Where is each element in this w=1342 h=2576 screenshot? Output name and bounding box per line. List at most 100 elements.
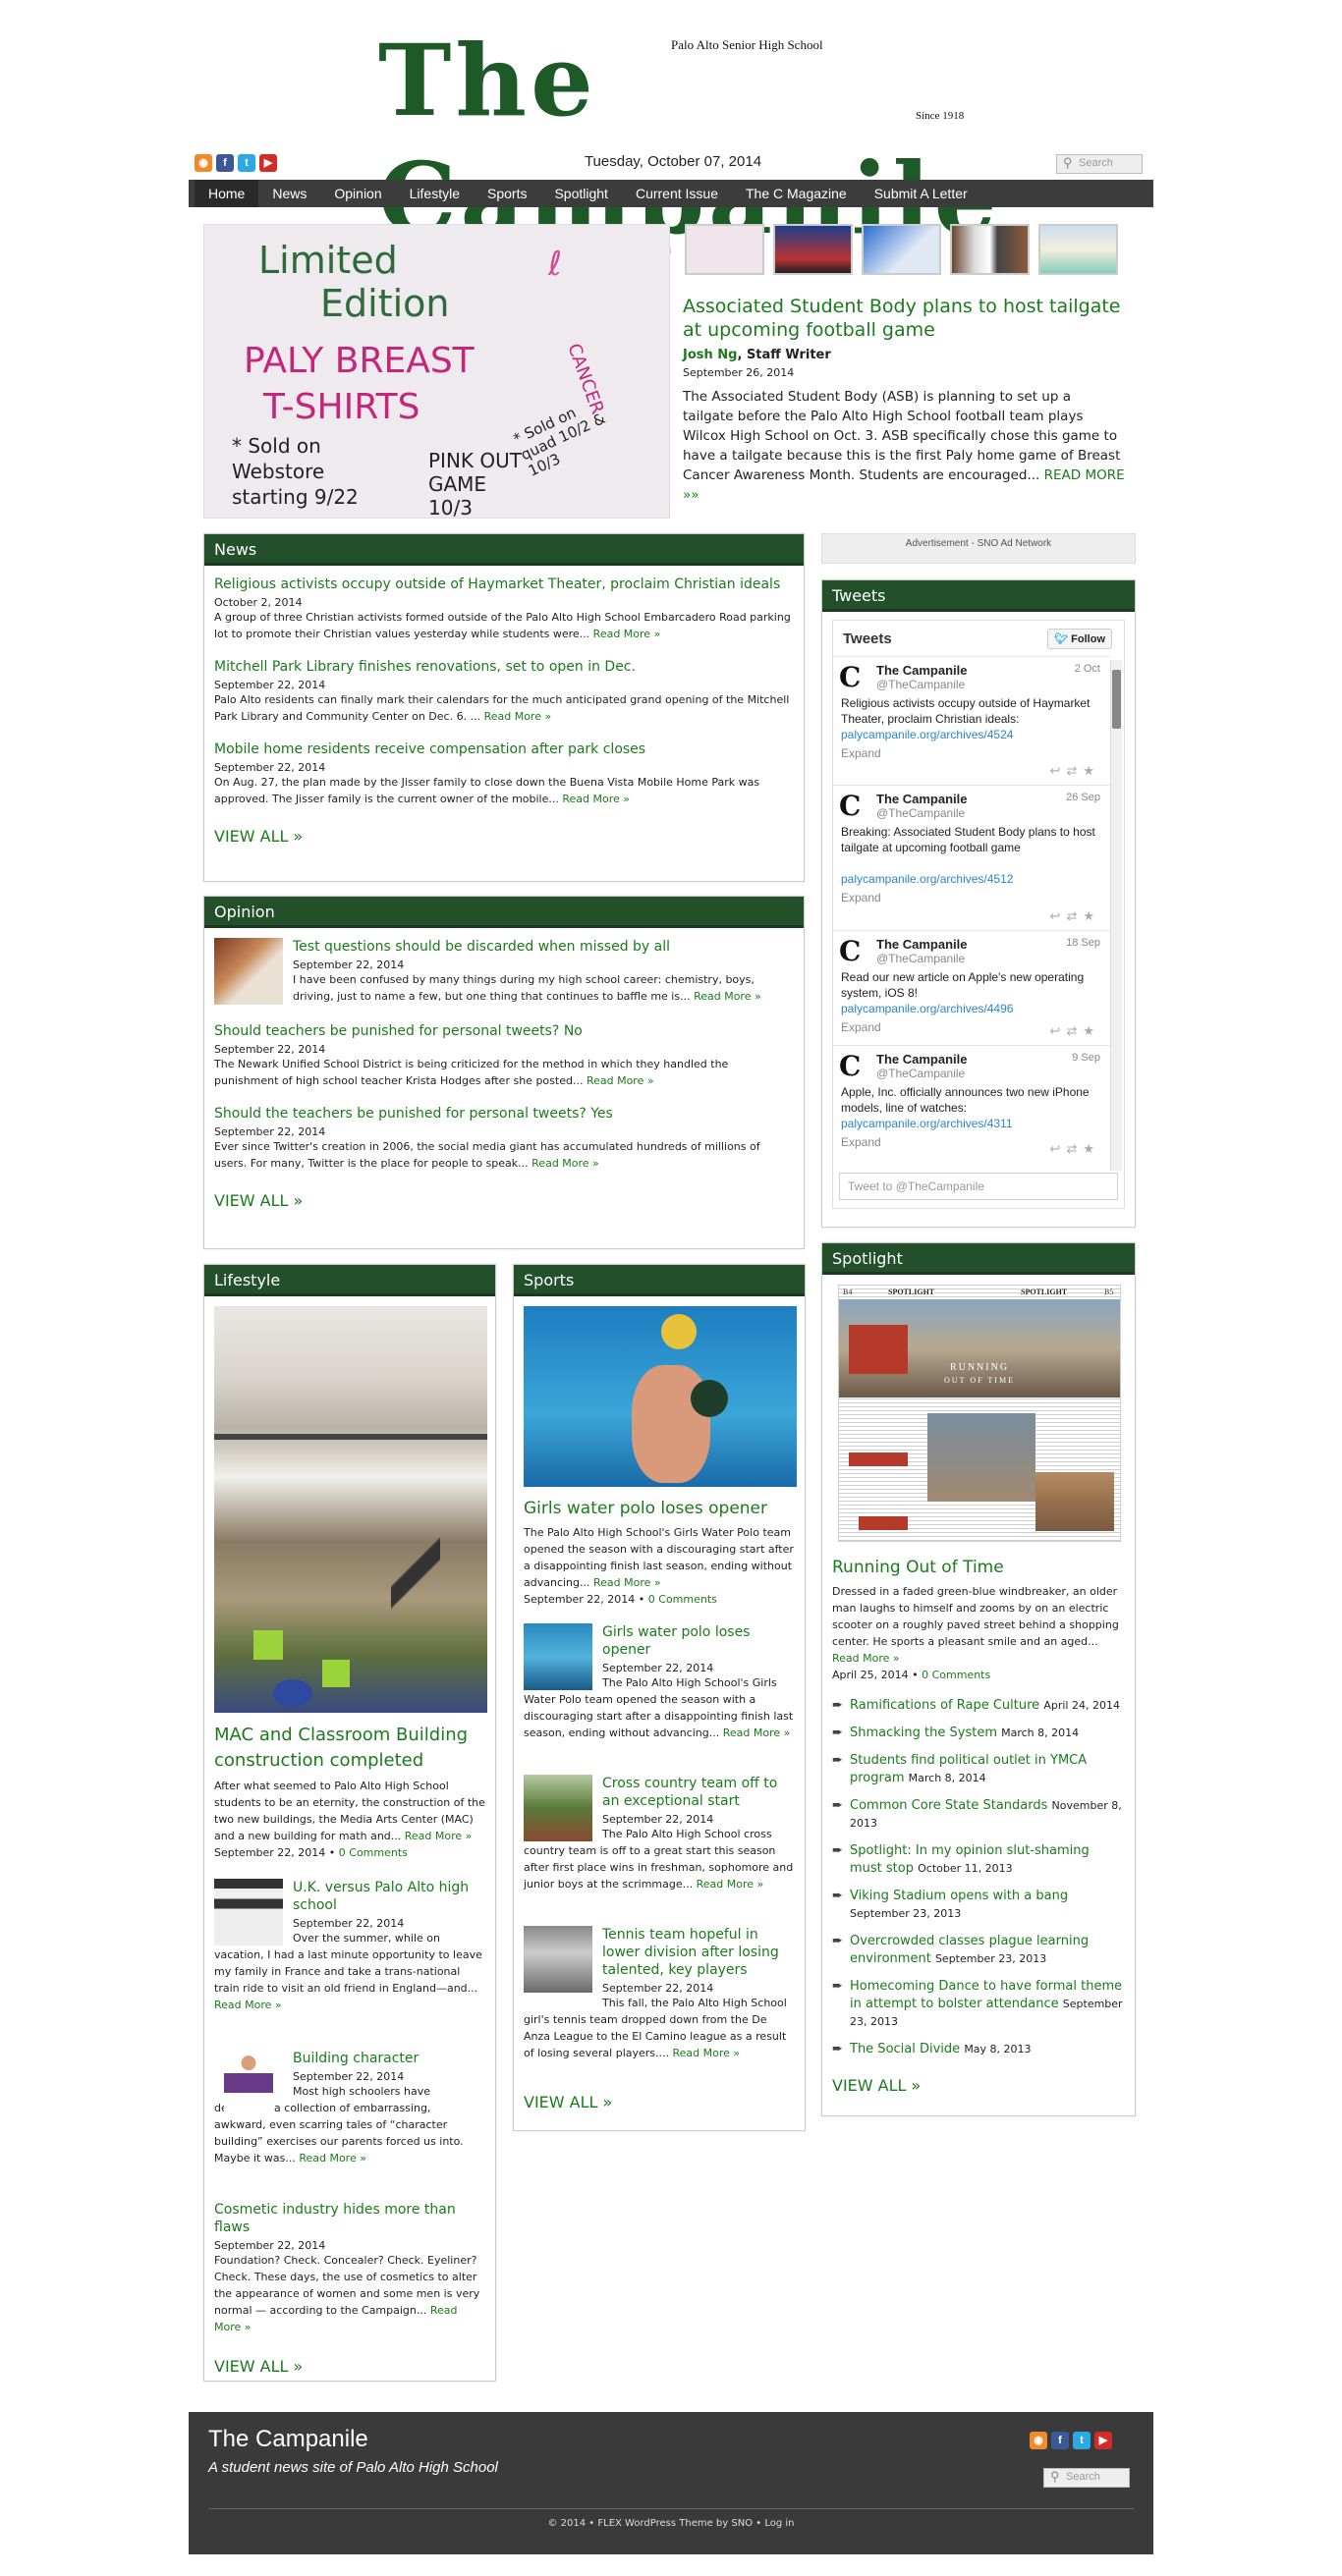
follow-button[interactable]: 🐦︎ Follow (1047, 629, 1112, 649)
tweet-actions-icon[interactable]: ↩⇄★ (1050, 908, 1100, 924)
tweet-date[interactable]: 9 Sep (1072, 1052, 1100, 1064)
footer-copyright[interactable]: © 2014 • FLEX WordPress Theme by SNO • L… (189, 2518, 1153, 2529)
thumbnail[interactable] (862, 224, 941, 275)
article-title[interactable]: MAC and Classroom Building construction … (214, 1723, 485, 1774)
comments-link[interactable]: 0 Comments (922, 1669, 990, 1681)
tweet-handle[interactable]: @TheCampanile (876, 678, 1102, 691)
tweet-author[interactable]: The Campanile (876, 663, 1102, 678)
tweet-actions-icon[interactable]: ↩⇄★ (1050, 763, 1100, 779)
article-title[interactable]: Mobile home residents receive compensati… (214, 740, 794, 758)
tweet-handle[interactable]: @TheCampanile (876, 1067, 1102, 1080)
tweet-expand[interactable]: Expand (841, 891, 1102, 904)
read-more-link[interactable]: Read More » (697, 1878, 764, 1891)
tweet-date[interactable]: 18 Sep (1066, 937, 1100, 949)
read-more-link[interactable]: Read More » (299, 2152, 366, 2165)
nav-sports[interactable]: Sports (474, 180, 540, 207)
campanile-avatar-icon[interactable]: C (839, 937, 865, 966)
read-more-link[interactable]: Read More » (587, 1074, 654, 1087)
nav-lifestyle[interactable]: Lifestyle (396, 180, 474, 207)
thumbnail[interactable] (950, 224, 1030, 275)
read-more-link[interactable]: Read More » (593, 628, 661, 640)
tweet[interactable]: C The Campanile @TheCampanile 26 Sep Bre… (833, 785, 1110, 930)
feature-author[interactable]: Josh Ng (683, 348, 737, 362)
read-more-link[interactable]: Read More » (723, 1726, 791, 1739)
article-title[interactable]: Cosmetic industry hides more than flaws (214, 2201, 485, 2236)
facebook-icon[interactable]: f (216, 154, 234, 172)
campanile-avatar-icon[interactable]: C (839, 663, 865, 692)
opinion-view-all[interactable]: VIEW ALL » (214, 1191, 794, 1210)
tweet-link[interactable]: palycampanile.org/archives/4311 (841, 1117, 1013, 1130)
campanile-avatar-icon[interactable]: C (839, 1052, 865, 1081)
footer-search-input[interactable]: Search (1043, 2468, 1130, 2488)
tweet-date[interactable]: 26 Sep (1066, 792, 1100, 803)
tweet[interactable]: C The Campanile @TheCampanile 2 Oct Reli… (833, 656, 1110, 785)
read-more-link[interactable]: Read More » (214, 1999, 282, 2011)
read-more-link[interactable]: Read More » (593, 1576, 661, 1589)
campanile-avatar-icon[interactable]: C (839, 792, 865, 821)
article-title[interactable]: Religious activists occupy outside of Ha… (214, 575, 794, 593)
spotlight-cover-image[interactable]: B4 SPOTLIGHT SPOTLIGHT B5 RUNNING OUT OF… (838, 1285, 1121, 1542)
youtube-icon[interactable]: ▶ (1094, 2432, 1112, 2449)
read-more-link[interactable]: Read More » (694, 990, 761, 1003)
rss-icon[interactable]: ◉ (1030, 2432, 1047, 2449)
article-title[interactable]: The Social Divide (850, 2042, 960, 2056)
article-thumbnail[interactable] (524, 1926, 592, 1993)
tweet[interactable]: C The Campanile @TheCampanile 9 Sep Appl… (833, 1045, 1110, 1163)
facebook-icon[interactable]: f (1051, 2432, 1069, 2449)
news-heading[interactable]: News (204, 534, 804, 566)
spotlight-heading[interactable]: Spotlight (822, 1243, 1135, 1275)
news-view-all[interactable]: VIEW ALL » (214, 827, 794, 846)
sports-view-all[interactable]: VIEW ALL » (524, 2093, 795, 2111)
article-title[interactable]: Cross country team off to an exceptional… (602, 1775, 795, 1810)
article-title[interactable]: Mitchell Park Library finishes renovatio… (214, 658, 794, 676)
tweet-link[interactable]: palycampanile.org/archives/4512 (841, 872, 1013, 886)
article-title[interactable]: Girls water polo loses opener (602, 1623, 795, 1659)
tweet-handle[interactable]: @TheCampanile (876, 806, 1102, 820)
article-title[interactable]: Shmacking the System (850, 1726, 997, 1740)
sports-heading[interactable]: Sports (514, 1265, 805, 1296)
tweet[interactable]: C The Campanile @TheCampanile 18 Sep Rea… (833, 930, 1110, 1045)
feature-title[interactable]: Associated Student Body plans to host ta… (683, 295, 1125, 342)
comments-link[interactable]: 0 Comments (339, 1846, 408, 1859)
tweet-link[interactable]: palycampanile.org/archives/4496 (841, 1002, 1013, 1015)
tweet-author[interactable]: The Campanile (876, 1052, 1102, 1067)
article-title[interactable]: Building character (293, 2050, 485, 2067)
twitter-icon[interactable]: t (1073, 2432, 1090, 2449)
article-title[interactable]: Common Core State Standards (850, 1798, 1047, 1813)
read-more-link[interactable]: Read More » (484, 710, 552, 723)
rss-icon[interactable]: ◉ (195, 154, 212, 172)
read-more-link[interactable]: Read More » (673, 2047, 741, 2059)
scrollbar-thumb[interactable] (1112, 670, 1121, 729)
nav-spotlight[interactable]: Spotlight (540, 180, 621, 207)
tweet-handle[interactable]: @TheCampanile (876, 952, 1102, 965)
article-title[interactable]: Tennis team hopeful in lower division af… (602, 1926, 795, 1979)
article-thumbnail[interactable] (214, 1879, 283, 1946)
thumbnail[interactable] (773, 224, 853, 275)
article-title[interactable]: Test questions should be discarded when … (293, 938, 794, 956)
feature-image[interactable]: Limited Edition PALY BREAST CANCER T-SHI… (203, 224, 670, 519)
article-thumbnail[interactable] (214, 938, 283, 1005)
nav-submit-letter[interactable]: Submit A Letter (861, 180, 981, 207)
article-title[interactable]: Should teachers be punished for personal… (214, 1022, 794, 1040)
article-thumbnail[interactable] (524, 1623, 592, 1690)
lifestyle-heading[interactable]: Lifestyle (204, 1265, 495, 1296)
ad-label[interactable]: Advertisement - SNO Ad Network (821, 533, 1136, 564)
article-thumbnail[interactable] (524, 1775, 592, 1841)
article-title[interactable]: Ramifications of Rape Culture (850, 1698, 1039, 1713)
footer-title[interactable]: The Campanile (208, 2426, 368, 2453)
thumbnail[interactable] (1038, 224, 1118, 275)
read-more-link[interactable]: Read More » (405, 1830, 473, 1842)
read-more-link[interactable]: Read More » (832, 1652, 900, 1665)
masthead-logo[interactable]: The Campanile Palo Alto Senior High Scho… (378, 22, 996, 256)
youtube-icon[interactable]: ▶ (259, 154, 277, 172)
thumbnail[interactable] (685, 224, 764, 275)
nav-home[interactable]: Home (195, 180, 259, 207)
spotlight-view-all[interactable]: VIEW ALL » (832, 2076, 1125, 2095)
tweet-link[interactable]: palycampanile.org/archives/4524 (841, 728, 1013, 741)
tweet-date[interactable]: 2 Oct (1075, 663, 1100, 675)
search-input[interactable]: Search (1056, 154, 1143, 174)
tweet-actions-icon[interactable]: ↩⇄★ (1050, 1023, 1100, 1039)
nav-c-magazine[interactable]: The C Magazine (732, 180, 861, 207)
tweet-expand[interactable]: Expand (841, 746, 1102, 760)
comments-link[interactable]: 0 Comments (648, 1593, 717, 1606)
